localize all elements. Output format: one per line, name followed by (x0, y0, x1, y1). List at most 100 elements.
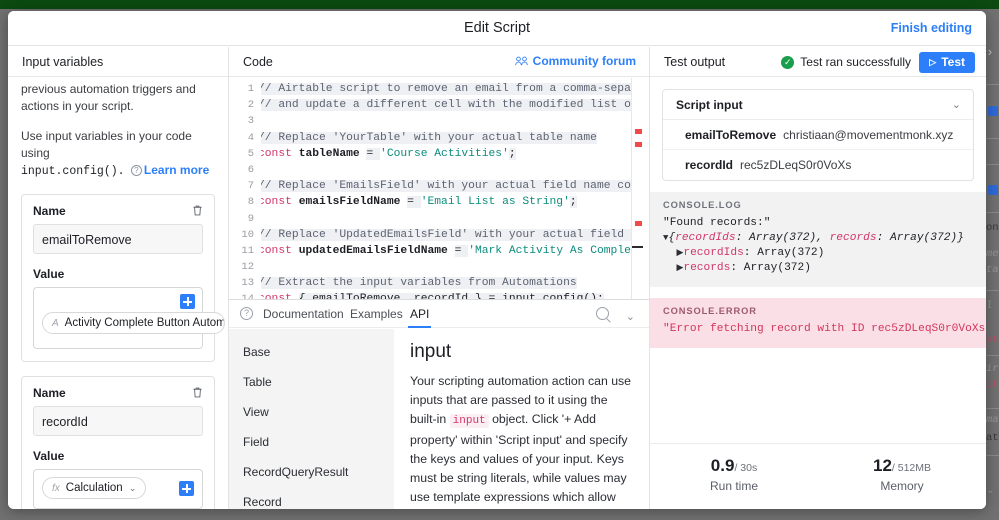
run-time-number: 0.9 (710, 456, 735, 475)
usage-code-fn: config (62, 165, 104, 178)
line-number: 5 (247, 147, 254, 160)
tab-api[interactable]: API (407, 307, 432, 328)
variable-value-box[interactable]: A Activity Complete Button Automat (33, 287, 225, 349)
line-number: 10 (241, 228, 254, 241)
test-output-panel: Test output ✓ Test ran successfully ▷ Te… (650, 47, 986, 509)
modal-columns: Input variables previous automation trig… (8, 47, 986, 509)
code-line[interactable]: // and update a different cell with the … (261, 97, 631, 113)
chevron-down-icon[interactable]: ⌄ (626, 310, 635, 323)
code-editor[interactable]: 12345678910111213141516 // Airtable scri… (229, 78, 649, 299)
add-token-button[interactable] (180, 294, 195, 309)
scroll-position-indicator[interactable] (632, 246, 643, 248)
code-token: 'Course Activities' (380, 147, 509, 160)
console-log-child[interactable]: ▶records: Array(372) (663, 261, 973, 276)
add-token-button[interactable] (179, 481, 194, 496)
chevron-down-icon[interactable]: ⌄ (129, 483, 137, 494)
code-line[interactable]: const updatedEmailsFieldName = 'Mark Act… (261, 243, 631, 259)
documentation-nav[interactable]: Base Table View Field RecordQueryResult Recor… (229, 329, 394, 509)
line-number: 1 (247, 83, 254, 95)
page-title: Edit Script (463, 20, 531, 36)
docs-nav-item-field[interactable]: Field (229, 427, 394, 457)
code-token: const (261, 147, 299, 160)
script-input-value: christiaan@movementmonk.xyz (783, 127, 954, 142)
usage-code-tail: (). (103, 165, 125, 178)
error-marker[interactable] (635, 221, 642, 226)
docs-nav-item-view[interactable]: View (229, 397, 394, 427)
docs-nav-item-record[interactable]: Record (229, 487, 394, 509)
doc-inline-code: input (449, 414, 489, 428)
value-token[interactable]: A Activity Complete Button Automat (42, 312, 225, 334)
value-token[interactable]: fx Calculation ⌄ (42, 477, 147, 499)
docs-nav-item-table[interactable]: Table (229, 367, 394, 397)
help-circle-icon[interactable]: ? (240, 307, 253, 320)
code-content[interactable]: // Airtable script to remove an email fr… (261, 81, 631, 299)
backdrop-text: l (986, 300, 993, 312)
error-marker[interactable] (635, 142, 642, 147)
code-token: = (454, 244, 469, 257)
name-label: Name (33, 386, 66, 400)
code-line[interactable] (261, 113, 631, 129)
console-log-object[interactable]: ▼{recordIds: Array(372), records: Array(… (663, 231, 973, 246)
backdrop-text: at (986, 432, 999, 444)
docs-nav-item-recordqueryresult[interactable]: RecordQueryResult (229, 457, 394, 487)
run-test-button[interactable]: ▷ Test (919, 52, 975, 73)
code-line[interactable]: // Replace 'UpdatedEmailsField' with you… (261, 227, 631, 243)
backdrop-text: ta. (986, 264, 999, 276)
community-forum-link[interactable]: Community forum (514, 54, 636, 68)
child-key: recordIds (683, 247, 744, 259)
line-number: 7 (247, 180, 254, 193)
child-val: : Array(372) (743, 247, 825, 259)
code-token: // Extract the input variables from Auto… (261, 277, 577, 290)
code-gutter: 12345678910111213141516 (229, 78, 261, 299)
edit-script-modal: Edit Script Finish editing Input variabl… (8, 11, 986, 509)
tab-documentation[interactable]: Documentation (263, 307, 344, 321)
script-input-header[interactable]: Script input ⌄ (663, 90, 973, 120)
memory-number: 12 (872, 456, 892, 475)
code-line[interactable]: // Replace 'EmailsField' with your actua… (261, 178, 631, 194)
tab-examples[interactable]: Examples (350, 307, 403, 321)
code-token: updatedEmailsFieldName (298, 244, 455, 257)
script-input-key: emailToRemove (685, 127, 777, 142)
learn-more-link[interactable]: Learn more (144, 163, 209, 177)
community-forum-label: Community forum (532, 54, 636, 68)
variable-name-input[interactable]: emailToRemove (33, 224, 203, 254)
input-variables-body[interactable]: previous automation triggers and actions… (8, 78, 228, 509)
backdrop-chevron-icon: › (986, 45, 994, 60)
input-variable-card: Name recordId Value fx Calculation ⌄ (21, 376, 215, 509)
delete-variable-icon[interactable] (191, 204, 204, 217)
help-icon[interactable]: ? (130, 165, 142, 176)
code-line[interactable] (261, 211, 631, 227)
chevron-down-icon[interactable]: ⌄ (952, 98, 961, 111)
code-line[interactable]: const tableName = 'Course Activities'; (261, 146, 631, 162)
documentation-heading: input (410, 341, 452, 362)
console-log-child[interactable]: ▶recordIds: Array(372) (663, 246, 973, 261)
line-number: 4 (247, 131, 254, 144)
docs-nav-item-base[interactable]: Base (229, 337, 394, 367)
code-token: = (407, 196, 421, 209)
finish-editing-button[interactable]: Finish editing (891, 21, 972, 35)
backdrop-text: st (986, 334, 999, 346)
doc-text-post: object. Click '+ Add property' within 'S… (410, 412, 628, 504)
delete-variable-icon[interactable] (191, 386, 204, 399)
code-line[interactable]: // Extract the input variables from Auto… (261, 275, 631, 291)
code-line[interactable]: const emailsFieldName = 'Email List as S… (261, 194, 631, 210)
backdrop-chip (988, 106, 998, 116)
line-number: 2 (247, 99, 254, 112)
code-line[interactable] (261, 162, 631, 178)
backdrop-text: ir (986, 363, 999, 375)
code-line[interactable]: // Replace 'YourTable' with your actual … (261, 130, 631, 146)
code-token: 'Email List as String' (420, 196, 570, 209)
variable-name-input[interactable]: recordId (33, 406, 203, 436)
run-time-unit: / 30s (734, 462, 758, 474)
code-scrollbar[interactable] (632, 78, 643, 299)
code-token: ; (508, 147, 516, 160)
variable-value-box[interactable]: fx Calculation ⌄ (33, 469, 203, 509)
console-log-line: "Found records:" (663, 217, 771, 229)
code-line[interactable]: const { emailToRemove, recordId } = inpu… (261, 291, 631, 299)
script-input-row: emailToRemove christiaan@movementmonk.xy… (663, 120, 973, 150)
search-icon[interactable] (596, 307, 609, 320)
code-line[interactable]: // Airtable script to remove an email fr… (261, 81, 631, 97)
error-marker[interactable] (635, 129, 642, 134)
code-line[interactable] (261, 259, 631, 275)
backdrop-text: ont (986, 222, 999, 234)
